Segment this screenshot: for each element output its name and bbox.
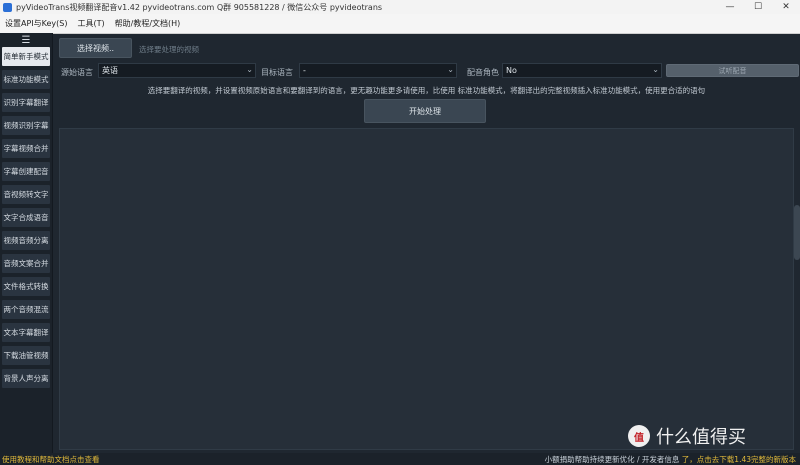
title-bar: pyVideoTrans视频翻译配音v1.42 pyvideotrans.com… bbox=[0, 0, 800, 14]
scrollbar[interactable] bbox=[791, 10, 800, 405]
source-language-select[interactable]: 英语 ⌄ bbox=[98, 63, 256, 78]
watermark: 值 什么值得买 bbox=[628, 423, 746, 449]
instruction-text: 选择要翻译的视频，并设置视频原始语言和要翻译到的语言，更无趣功能更多请使用，比使… bbox=[147, 86, 706, 95]
voice-role-select[interactable]: No ⌄ bbox=[502, 63, 662, 78]
sidebar-item-tts[interactable]: 文字合成语音 bbox=[2, 208, 50, 227]
sidebar: ☰ 简单新手模式 标准功能模式 识别字幕翻译 视频识别字幕 字幕视频合并 字幕创… bbox=[0, 33, 53, 453]
window-controls: — ☐ ✕ bbox=[716, 0, 800, 14]
sidebar-item-vocal-separate[interactable]: 背景人声分离 bbox=[2, 369, 50, 388]
sidebar-item-audio-mix[interactable]: 两个音频混流 bbox=[2, 300, 50, 319]
chevron-down-icon: ⌄ bbox=[246, 65, 253, 74]
watermark-text: 什么值得买 bbox=[656, 427, 746, 448]
select-video-button[interactable]: 选择视频.. bbox=[59, 38, 132, 58]
voice-role-value: No bbox=[506, 66, 517, 75]
sidebar-item-av-split[interactable]: 视频音频分离 bbox=[2, 231, 50, 250]
sidebar-item-video-subtitle[interactable]: 视频识别字幕 bbox=[2, 116, 50, 135]
help-docs-link[interactable]: 使用教程和帮助文档点击查看 bbox=[2, 454, 100, 465]
voice-role-label: 配音角色 bbox=[467, 68, 499, 77]
scrollbar-thumb[interactable] bbox=[794, 205, 800, 260]
sidebar-item-recognize-translate[interactable]: 识别字幕翻译 bbox=[2, 93, 50, 112]
menu-help[interactable]: 帮助/教程/文档(H) bbox=[110, 18, 186, 29]
sidebar-item-standard-mode[interactable]: 标准功能模式 bbox=[2, 70, 50, 89]
update-link[interactable]: 了，点击去下载1.43完整的新版本 bbox=[682, 455, 796, 464]
sidebar-toggle-icon[interactable]: ☰ bbox=[0, 33, 52, 47]
app-icon bbox=[3, 2, 12, 12]
target-language-value: - bbox=[303, 66, 306, 75]
menu-tools[interactable]: 工具(T) bbox=[72, 18, 109, 29]
sidebar-item-subtitle-dub[interactable]: 字幕创建配音 bbox=[2, 162, 50, 181]
menu-settings[interactable]: 设置API与Key(S) bbox=[0, 18, 72, 29]
maximize-icon[interactable]: ☐ bbox=[744, 0, 772, 14]
sidebar-item-audio-merge[interactable]: 音频文案合并 bbox=[2, 254, 50, 273]
start-process-button[interactable]: 开始处理 bbox=[364, 99, 486, 123]
sidebar-item-simple-mode[interactable]: 简单新手模式 bbox=[2, 47, 50, 66]
sidebar-item-av-to-text[interactable]: 音视频转文字 bbox=[2, 185, 50, 204]
window-title: pyVideoTrans视频翻译配音v1.42 pyvideotrans.com… bbox=[16, 2, 383, 12]
source-language-label: 源始语言 bbox=[61, 68, 93, 77]
select-video-hint: 选择要处理的视频 bbox=[139, 45, 199, 54]
target-language-select[interactable]: - ⌄ bbox=[299, 63, 457, 78]
sidebar-item-text-translate[interactable]: 文本字幕翻译 bbox=[2, 323, 50, 342]
sidebar-item-subtitle-merge[interactable]: 字幕视频合并 bbox=[2, 139, 50, 158]
minimize-icon[interactable]: — bbox=[716, 0, 744, 14]
status-right: 小额捐助帮助持续更新优化 / 开发者信息 了，点击去下载1.43完整的新版本 bbox=[545, 454, 796, 465]
sidebar-item-format-convert[interactable]: 文件格式转换 bbox=[2, 277, 50, 296]
chevron-down-icon: ⌄ bbox=[652, 65, 659, 74]
main-panel: 选择视频.. 选择要处理的视频 源始语言 英语 ⌄ 目标语言 - ⌄ 配音角色 … bbox=[53, 33, 800, 453]
chevron-down-icon: ⌄ bbox=[447, 65, 454, 74]
source-language-value: 英语 bbox=[102, 66, 118, 75]
menu-bar: 设置API与Key(S) 工具(T) 帮助/教程/文档(H) bbox=[0, 14, 800, 34]
sidebar-item-youtube-download[interactable]: 下载油管视频 bbox=[2, 346, 50, 365]
watermark-logo-icon: 值 bbox=[628, 425, 650, 447]
test-dub-button[interactable]: 试听配音 bbox=[666, 64, 799, 77]
target-language-label: 目标语言 bbox=[261, 68, 293, 77]
log-output-area[interactable] bbox=[59, 128, 794, 450]
status-bar: 使用教程和帮助文档点击查看 小额捐助帮助持续更新优化 / 开发者信息 了，点击去… bbox=[0, 453, 800, 465]
donate-link[interactable]: 小额捐助帮助持续更新优化 / 开发者信息 bbox=[545, 455, 680, 464]
